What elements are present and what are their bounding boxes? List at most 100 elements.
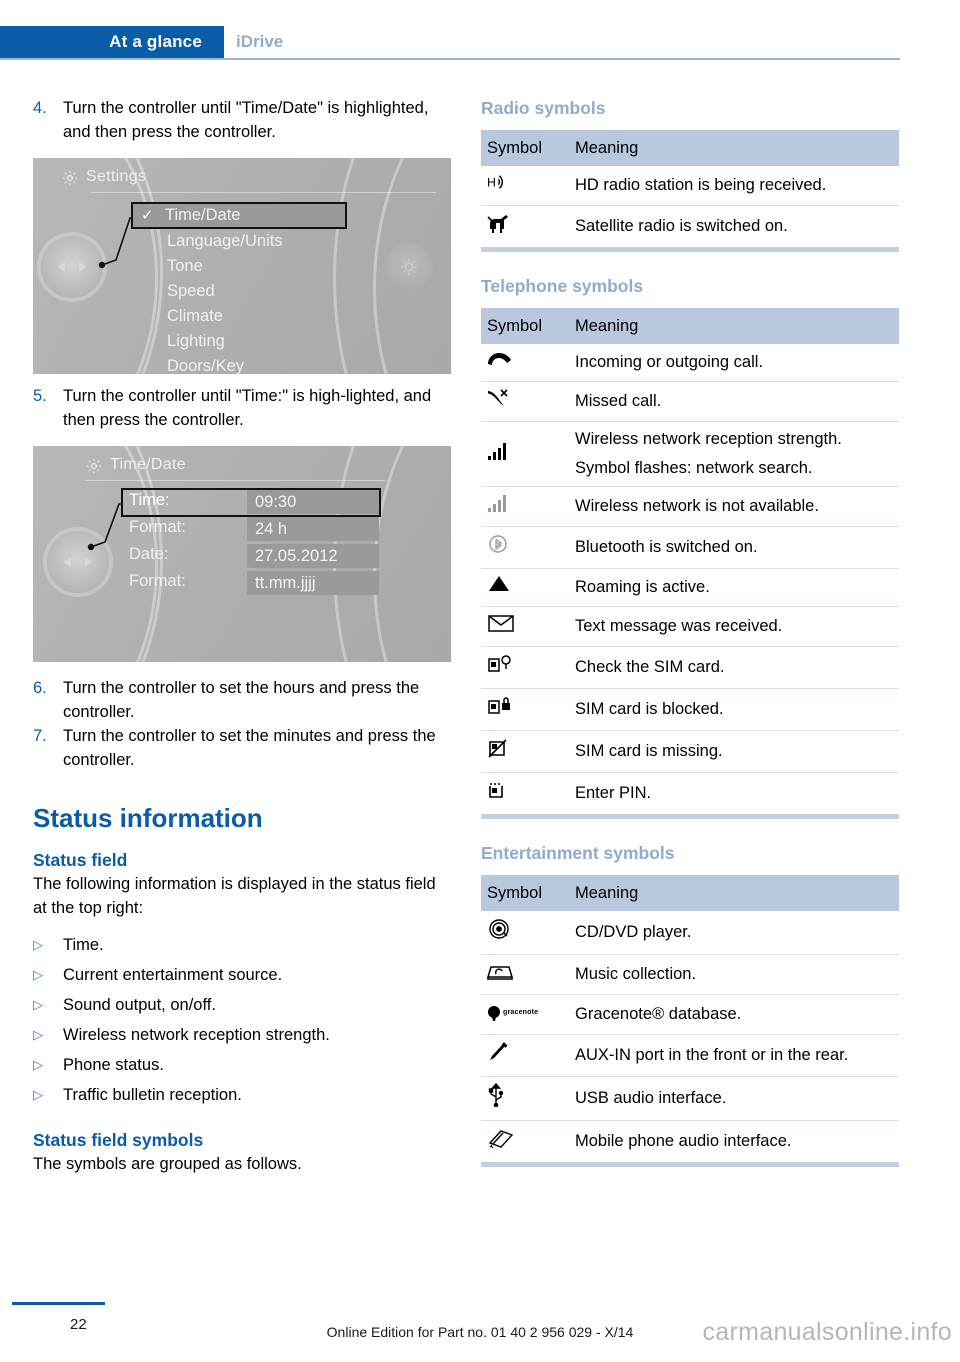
- triangle-bullet-icon: ▷: [33, 937, 43, 952]
- menu-item-label: Tone: [167, 257, 203, 275]
- step-item: 7. Turn the controller to set the minute…: [33, 724, 451, 772]
- list-item-label: Time.: [63, 936, 104, 954]
- page-header: At a glance iDrive: [0, 26, 960, 60]
- list-item: ▷ Traffic bulletin reception.: [33, 1080, 451, 1110]
- menu-item-speed[interactable]: Speed: [133, 279, 323, 304]
- manual-page: At a glance iDrive 4. Turn the controlle…: [0, 0, 960, 1362]
- step-text: Turn the controller to set the minutes a…: [63, 727, 436, 769]
- figure-separator: [85, 480, 385, 481]
- signal-bars-gray-icon: [481, 486, 569, 527]
- column-header-symbol: Symbol: [481, 130, 569, 166]
- figure-idrive-settings: Settings ✓ Time/Date Language/Units Tone…: [33, 158, 451, 374]
- row-meaning: HD radio station is being received.: [569, 166, 899, 206]
- table-row: USB audio interface.: [481, 1076, 899, 1121]
- list-item-label: Current entertainment source.: [63, 966, 283, 984]
- step-number: 7.: [33, 727, 47, 745]
- gracenote-wordmark: gracenote: [503, 1009, 539, 1016]
- menu-item-lighting[interactable]: Lighting: [133, 329, 323, 354]
- row-meaning: Enter PIN.: [575, 784, 652, 802]
- row-value: 24 h: [247, 517, 379, 541]
- menu-item-label: Speed: [167, 282, 215, 300]
- step-number: 4.: [33, 99, 47, 117]
- table-row: Mobile phone audio interface.: [481, 1120, 899, 1162]
- sim-missing-icon: [481, 730, 569, 773]
- menu-item-time-date[interactable]: ✓ Time/Date: [131, 202, 347, 229]
- row-time-format[interactable]: Format: 24 h: [123, 517, 383, 542]
- triangle-bullet-icon: ▷: [33, 967, 43, 982]
- step-number: 6.: [33, 679, 47, 697]
- svg-text:H: H: [487, 175, 496, 189]
- table-row: SIM card is missing.: [481, 730, 899, 773]
- column-header-meaning: Meaning: [569, 308, 899, 344]
- hd-radio-icon: H: [481, 166, 569, 206]
- watermark: carmanualsonline.info: [702, 1318, 952, 1346]
- menu-item-label: Lighting: [167, 332, 225, 350]
- table-row: Missed call.: [481, 381, 899, 422]
- controller-knob-icon: [47, 531, 109, 593]
- table-row: Text message was received.: [481, 606, 899, 647]
- tab-idrive[interactable]: iDrive: [236, 26, 283, 58]
- menu-item-doors-key[interactable]: Doors/Key: [133, 354, 323, 374]
- menu-item-tone[interactable]: Tone: [133, 254, 323, 279]
- row-meaning: SIM card is missing.: [569, 730, 899, 773]
- list-item: ▷ Sound output, on/off.: [33, 990, 451, 1020]
- row-meaning: Incoming or outgoing call.: [569, 344, 899, 382]
- music-collection-icon: [481, 954, 569, 995]
- row-meaning: SIM card is blocked.: [569, 688, 899, 731]
- tab-at-a-glance[interactable]: At a glance: [0, 26, 224, 58]
- figure-title: Time/Date: [110, 456, 186, 473]
- row-meaning-note: Symbol flashes: network search.: [575, 459, 813, 477]
- row-value: 09:30: [247, 490, 379, 514]
- row-meaning: AUX-IN port in the front or in the rear.: [569, 1034, 899, 1077]
- signal-bars-full-icon: [481, 421, 569, 487]
- list-item-label: Traffic bulletin reception.: [63, 1086, 242, 1104]
- triangle-bullet-icon: ▷: [33, 1027, 43, 1042]
- column-header-symbol: Symbol: [481, 308, 569, 344]
- table-row: Wireless network reception strength. Sym…: [481, 421, 899, 487]
- figure-separator: [91, 192, 436, 193]
- row-date[interactable]: Date: 27.05.2012: [123, 544, 383, 569]
- table-radio-symbols: Symbol Meaning H HD radio station is bei…: [481, 130, 899, 247]
- sim-check-icon: [481, 646, 569, 689]
- table-entertainment-symbols: Symbol Meaning CD/DVD player. Music coll…: [481, 875, 899, 1162]
- row-meaning: Satellite radio is switched on.: [575, 217, 788, 235]
- gear-icon: [85, 457, 103, 475]
- step-item: 5. Turn the controller until "Time:" is …: [33, 384, 451, 432]
- heading-entertainment-symbols: Entertainment symbols: [481, 843, 675, 863]
- roaming-triangle-icon: [481, 568, 569, 607]
- column-header-meaning: Meaning: [569, 875, 899, 911]
- table-telephone-symbols: Symbol Meaning Incoming or outgoing call…: [481, 308, 899, 814]
- row-meaning: Wireless network is not available.: [569, 486, 899, 527]
- table-row: H HD radio station is being received.: [481, 166, 899, 206]
- table-radio-symbols-wrap: Symbol Meaning H HD radio station is bei…: [481, 130, 899, 252]
- row-meaning: Music collection.: [569, 954, 899, 995]
- row-meaning: Roaming is active.: [569, 568, 899, 607]
- triangle-bullet-icon: ▷: [33, 1087, 43, 1102]
- table-row: gracenote Gracenote® database.: [481, 994, 899, 1035]
- table-header-row: Symbol Meaning: [481, 308, 899, 344]
- row-value: 27.05.2012: [247, 544, 379, 568]
- menu-item-language-units[interactable]: Language/Units: [133, 229, 323, 254]
- row-date-format[interactable]: Format: tt.mm.jjjj: [123, 571, 383, 596]
- table-row: Music collection.: [481, 954, 899, 995]
- cd-dvd-icon: [481, 911, 569, 955]
- list-item: ▷ Time.: [33, 930, 451, 960]
- sim-blocked-icon: [481, 688, 569, 731]
- usb-icon: [481, 1076, 569, 1121]
- row-value: tt.mm.jjjj: [247, 571, 379, 595]
- check-icon: ✓: [141, 207, 154, 224]
- row-time[interactable]: Time: 09:30: [121, 488, 381, 517]
- heading-status-field-symbols: Status field symbols: [33, 1130, 204, 1150]
- menu-item-climate[interactable]: Climate: [133, 304, 323, 329]
- triangle-bullet-icon: ▷: [33, 997, 43, 1012]
- list-item: ▷ Phone status.: [33, 1050, 451, 1080]
- list-item-label: Phone status.: [63, 1056, 164, 1074]
- table-row: AUX-IN port in the front or in the rear.: [481, 1034, 899, 1077]
- menu-item-label: Time/Date: [165, 206, 241, 224]
- status-field-intro: The following information is displayed i…: [33, 875, 436, 917]
- row-label: Format:: [129, 572, 186, 590]
- step-text: Turn the controller until "Time:" is hig…: [63, 387, 432, 429]
- table-row: Satellite radio is switched on.: [481, 206, 899, 248]
- table-row: SIM card is blocked.: [481, 688, 899, 731]
- table-row: Enter PIN.: [481, 773, 899, 815]
